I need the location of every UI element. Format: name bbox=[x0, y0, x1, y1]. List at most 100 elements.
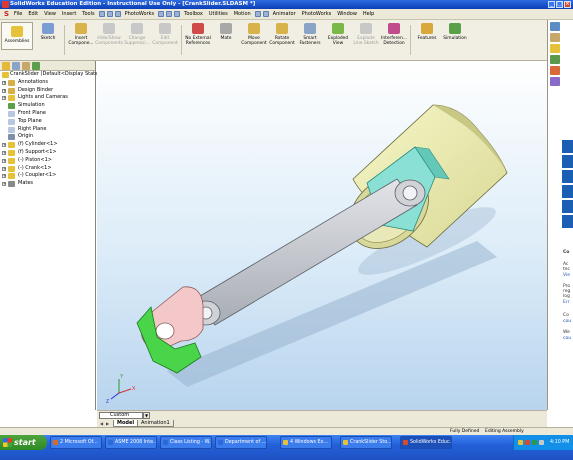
tree-item[interactable]: + Lights and Cameras bbox=[0, 94, 95, 102]
task-pane-link[interactable]: Vie bbox=[563, 273, 570, 278]
tab-animation1[interactable]: Animation1 bbox=[137, 420, 174, 427]
expand-icon[interactable]: + bbox=[2, 96, 6, 101]
file-explorer-tab-icon[interactable] bbox=[550, 44, 560, 53]
tree-item[interactable]: + Mates bbox=[0, 180, 95, 188]
configuration-tab-icon[interactable] bbox=[22, 62, 30, 70]
appearances-tab-icon[interactable] bbox=[550, 77, 560, 86]
taskbar-button[interactable]: CrankSlider Sto... bbox=[340, 436, 392, 449]
menu-window[interactable]: Window bbox=[334, 11, 360, 17]
task-pane-link[interactable]: Err bbox=[563, 300, 569, 305]
solidworks-logo-icon[interactable]: S bbox=[2, 10, 11, 19]
taskbar-button[interactable]: Department of ... bbox=[215, 436, 267, 449]
configuration-select[interactable]: Custom ▼ bbox=[99, 412, 150, 419]
tree-item[interactable]: Origin bbox=[0, 133, 95, 141]
move-component-button[interactable]: Move Component bbox=[240, 20, 268, 60]
tree-item[interactable]: Simulation bbox=[0, 102, 95, 110]
taskbar-button[interactable]: SolidWorks Educ... bbox=[400, 436, 452, 449]
tree-item[interactable]: + (-) Coupler<1> bbox=[0, 172, 95, 180]
mate-button[interactable]: Mate bbox=[212, 20, 240, 60]
tab-model[interactable]: Model bbox=[113, 420, 139, 427]
taskbar-button[interactable]: 2 Microsoft Of... bbox=[50, 436, 102, 449]
tray-icon[interactable] bbox=[525, 440, 530, 445]
menu-tools[interactable]: Tools bbox=[79, 11, 97, 17]
menu-insert[interactable]: Insert bbox=[59, 11, 79, 17]
menu-help[interactable]: Help bbox=[360, 11, 377, 17]
tree-item[interactable]: Top Plane bbox=[0, 118, 95, 126]
tray-icon[interactable] bbox=[518, 440, 523, 445]
close-button[interactable]: × bbox=[564, 1, 571, 8]
tray-icon[interactable] bbox=[532, 440, 537, 445]
menu-photoworks-2[interactable]: PhotoWorks bbox=[299, 11, 335, 17]
no-external-refs-button[interactable]: No External References bbox=[184, 20, 212, 60]
tree-item[interactable]: + Design Binder bbox=[0, 87, 95, 95]
minimize-button[interactable]: _ bbox=[548, 1, 555, 8]
expand-icon[interactable]: + bbox=[2, 158, 6, 163]
undo-icon[interactable] bbox=[158, 11, 165, 17]
exploded-view-button[interactable]: Exploded View bbox=[324, 20, 352, 60]
menu-view[interactable]: View bbox=[41, 11, 59, 17]
menu-file[interactable]: File bbox=[11, 11, 25, 17]
simulation-button[interactable]: Simulation bbox=[441, 20, 469, 60]
open-icon[interactable] bbox=[106, 11, 113, 17]
smart-fasteners-button[interactable]: Smart Fasteners bbox=[296, 20, 324, 60]
hide-show-button[interactable]: Hide/Show Components bbox=[95, 20, 123, 60]
rotate-component-button[interactable]: Rotate Component bbox=[268, 20, 296, 60]
chevron-down-icon[interactable]: ▼ bbox=[143, 412, 150, 419]
menu-toolbox[interactable]: Toolbox bbox=[181, 11, 206, 17]
tree-item[interactable]: Right Plane bbox=[0, 126, 95, 134]
volume-icon[interactable] bbox=[539, 440, 544, 445]
change-suppression-button[interactable]: Change Suppressi... bbox=[123, 20, 151, 60]
expand-icon[interactable]: + bbox=[2, 182, 6, 187]
rotate-view-icon[interactable] bbox=[262, 11, 269, 17]
tree-root-assembly[interactable]: CrankSlider (Default<Display State-1> bbox=[0, 71, 107, 79]
tab-scroll-left-icon[interactable]: ◀ bbox=[99, 421, 104, 426]
tree-item[interactable]: + (-) Crank<1> bbox=[0, 165, 95, 173]
expand-icon[interactable]: + bbox=[2, 143, 6, 148]
sketch-button[interactable]: Sketch bbox=[34, 20, 62, 60]
maximize-button[interactable]: □ bbox=[556, 1, 563, 8]
menu-edit[interactable]: Edit bbox=[25, 11, 41, 17]
tree-item[interactable]: Front Plane bbox=[0, 110, 95, 118]
simulation-tab-icon[interactable] bbox=[32, 62, 40, 70]
expand-icon[interactable]: + bbox=[2, 174, 6, 179]
interference-detection-button[interactable]: Interferen... Detection bbox=[380, 20, 408, 60]
menu-motion[interactable]: Motion bbox=[231, 11, 254, 17]
tree-item[interactable]: + (f) Support<1> bbox=[0, 149, 95, 157]
design-library-tab-icon[interactable] bbox=[550, 33, 560, 42]
taskbar-button[interactable]: ASME 2008 Inte... bbox=[105, 436, 157, 449]
insert-components-button[interactable]: Insert Compone... bbox=[67, 20, 95, 60]
menu-animator[interactable]: Animator bbox=[270, 11, 299, 17]
zoom-icon[interactable] bbox=[254, 11, 261, 17]
tree-item[interactable]: + (-) Piston<1> bbox=[0, 157, 95, 165]
task-pane-link[interactable]: cou bbox=[563, 319, 571, 324]
graphics-area[interactable]: Y X Z bbox=[97, 61, 547, 410]
start-button[interactable]: start bbox=[0, 435, 47, 450]
expand-icon[interactable]: + bbox=[2, 88, 6, 93]
select-icon[interactable] bbox=[166, 11, 173, 17]
expand-icon[interactable]: + bbox=[2, 80, 6, 85]
taskbar-button[interactable]: Class Listing - W... bbox=[160, 436, 212, 449]
explode-line-sketch-button[interactable]: Explode Line Sketch bbox=[352, 20, 380, 60]
tree-item[interactable]: + (f) Cylinder<1> bbox=[0, 141, 95, 149]
menu-utilities[interactable]: Utilities bbox=[206, 11, 231, 17]
tab-scroll-right-icon[interactable]: ▶ bbox=[105, 421, 110, 426]
menu-photoworks[interactable]: PhotoWorks bbox=[122, 11, 158, 17]
expand-icon[interactable]: + bbox=[2, 166, 6, 171]
assemblies-button[interactable]: Assemblies bbox=[1, 22, 33, 50]
search-tab-icon[interactable] bbox=[550, 55, 560, 64]
solidworks-resources-tab-icon[interactable] bbox=[550, 22, 560, 31]
expand-icon[interactable]: + bbox=[2, 150, 6, 155]
feature-tree-tab-icon[interactable] bbox=[2, 62, 10, 70]
save-icon[interactable] bbox=[114, 11, 121, 17]
crank-slider-model[interactable]: Y X Z bbox=[97, 61, 547, 410]
view-palette-tab-icon[interactable] bbox=[550, 66, 560, 75]
edit-component-button[interactable]: Edit Component bbox=[151, 20, 179, 60]
task-pane-link[interactable]: cou bbox=[563, 336, 571, 341]
rebuild-icon[interactable] bbox=[174, 11, 181, 17]
tree-item[interactable]: + Annotations bbox=[0, 79, 95, 87]
new-icon[interactable] bbox=[98, 11, 105, 17]
features-button[interactable]: Features bbox=[413, 20, 441, 60]
property-tab-icon[interactable] bbox=[12, 62, 20, 70]
task-pane-panel bbox=[562, 215, 573, 228]
taskbar-button[interactable]: 4 Windows Ex... bbox=[280, 436, 332, 449]
